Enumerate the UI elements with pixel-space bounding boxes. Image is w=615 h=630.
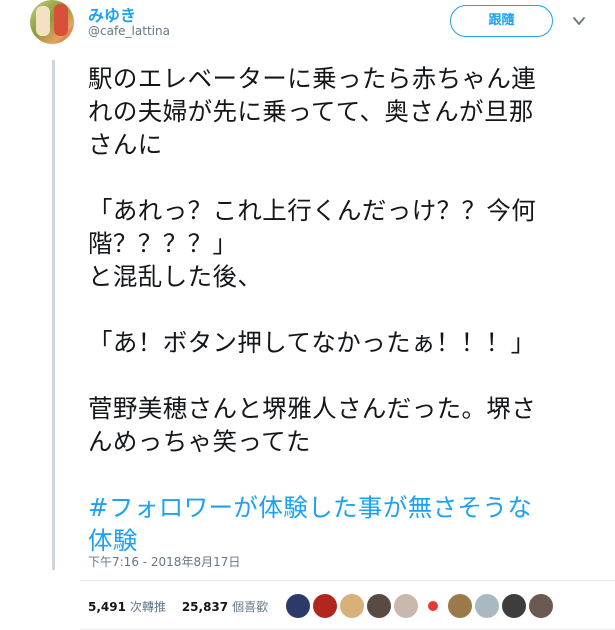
- liker-avatar-2[interactable]: [313, 594, 337, 618]
- follow-button[interactable]: 跟隨: [450, 5, 553, 37]
- tweet-line: と混乱した後、: [88, 262, 263, 291]
- divider: [80, 580, 615, 581]
- tweet-timestamp[interactable]: 下午7:16 - 2018年8月17日: [88, 553, 240, 570]
- likes-stat[interactable]: 25,837 個喜歡: [182, 600, 268, 614]
- tweet-stats: 5,491 次轉推 25,837 個喜歡: [88, 598, 268, 615]
- liker-avatar-6[interactable]: [428, 601, 438, 611]
- liker-avatar-5[interactable]: [394, 594, 418, 618]
- liker-avatar-8[interactable]: [475, 594, 499, 618]
- liker-avatar-7[interactable]: [448, 594, 472, 618]
- tweet-line: 「あ！ボタン押してなかったぁ！！！」: [88, 328, 536, 357]
- tweet-text: 駅のエレベーターに乗ったら赤ちゃん連 れの夫婦が先に乗ってて、奥さんが旦那 さん…: [88, 62, 588, 557]
- liker-avatar-3[interactable]: [340, 594, 364, 618]
- retweets-stat[interactable]: 5,491 次轉推: [88, 600, 170, 614]
- likes-count: 25,837: [181, 600, 229, 614]
- liker-avatar-9[interactable]: [502, 594, 526, 618]
- tweet-line: 菅野美穂さんと堺雅人さんだった。堺さ: [88, 394, 537, 423]
- tweet-line: れの夫婦が先に乗ってて、奥さんが旦那: [88, 97, 534, 126]
- likes-label: 個喜歡: [232, 600, 269, 614]
- liker-avatar-4[interactable]: [367, 594, 391, 618]
- avatar-figure-right: [54, 4, 68, 36]
- retweets-label: 次轉推: [129, 600, 166, 614]
- tweet-line: 駅のエレベーターに乗ったら赤ちゃん連: [88, 64, 537, 93]
- chevron-down-icon[interactable]: [572, 14, 586, 28]
- liker-avatar-1[interactable]: [286, 594, 310, 618]
- thread-line: [52, 60, 55, 570]
- author-display-name[interactable]: みゆき: [88, 2, 136, 26]
- hashtag-link[interactable]: #フォロワーが体験した事が無さそうな: [88, 491, 588, 524]
- liker-avatar-10[interactable]: [529, 594, 553, 618]
- avatar-figure-left: [36, 6, 50, 36]
- author-handle[interactable]: @cafe_lattina: [88, 24, 170, 38]
- avatar[interactable]: [30, 0, 74, 44]
- tweet-line: さんに: [88, 130, 163, 159]
- tweet-line: 「あれっ？これ上行くんだっけ？？今何: [88, 196, 537, 225]
- tweet-line: 階？？？？」: [88, 229, 238, 258]
- tweet-line: んめっちゃ笑ってた: [88, 427, 311, 456]
- retweets-count: 5,491: [88, 600, 126, 614]
